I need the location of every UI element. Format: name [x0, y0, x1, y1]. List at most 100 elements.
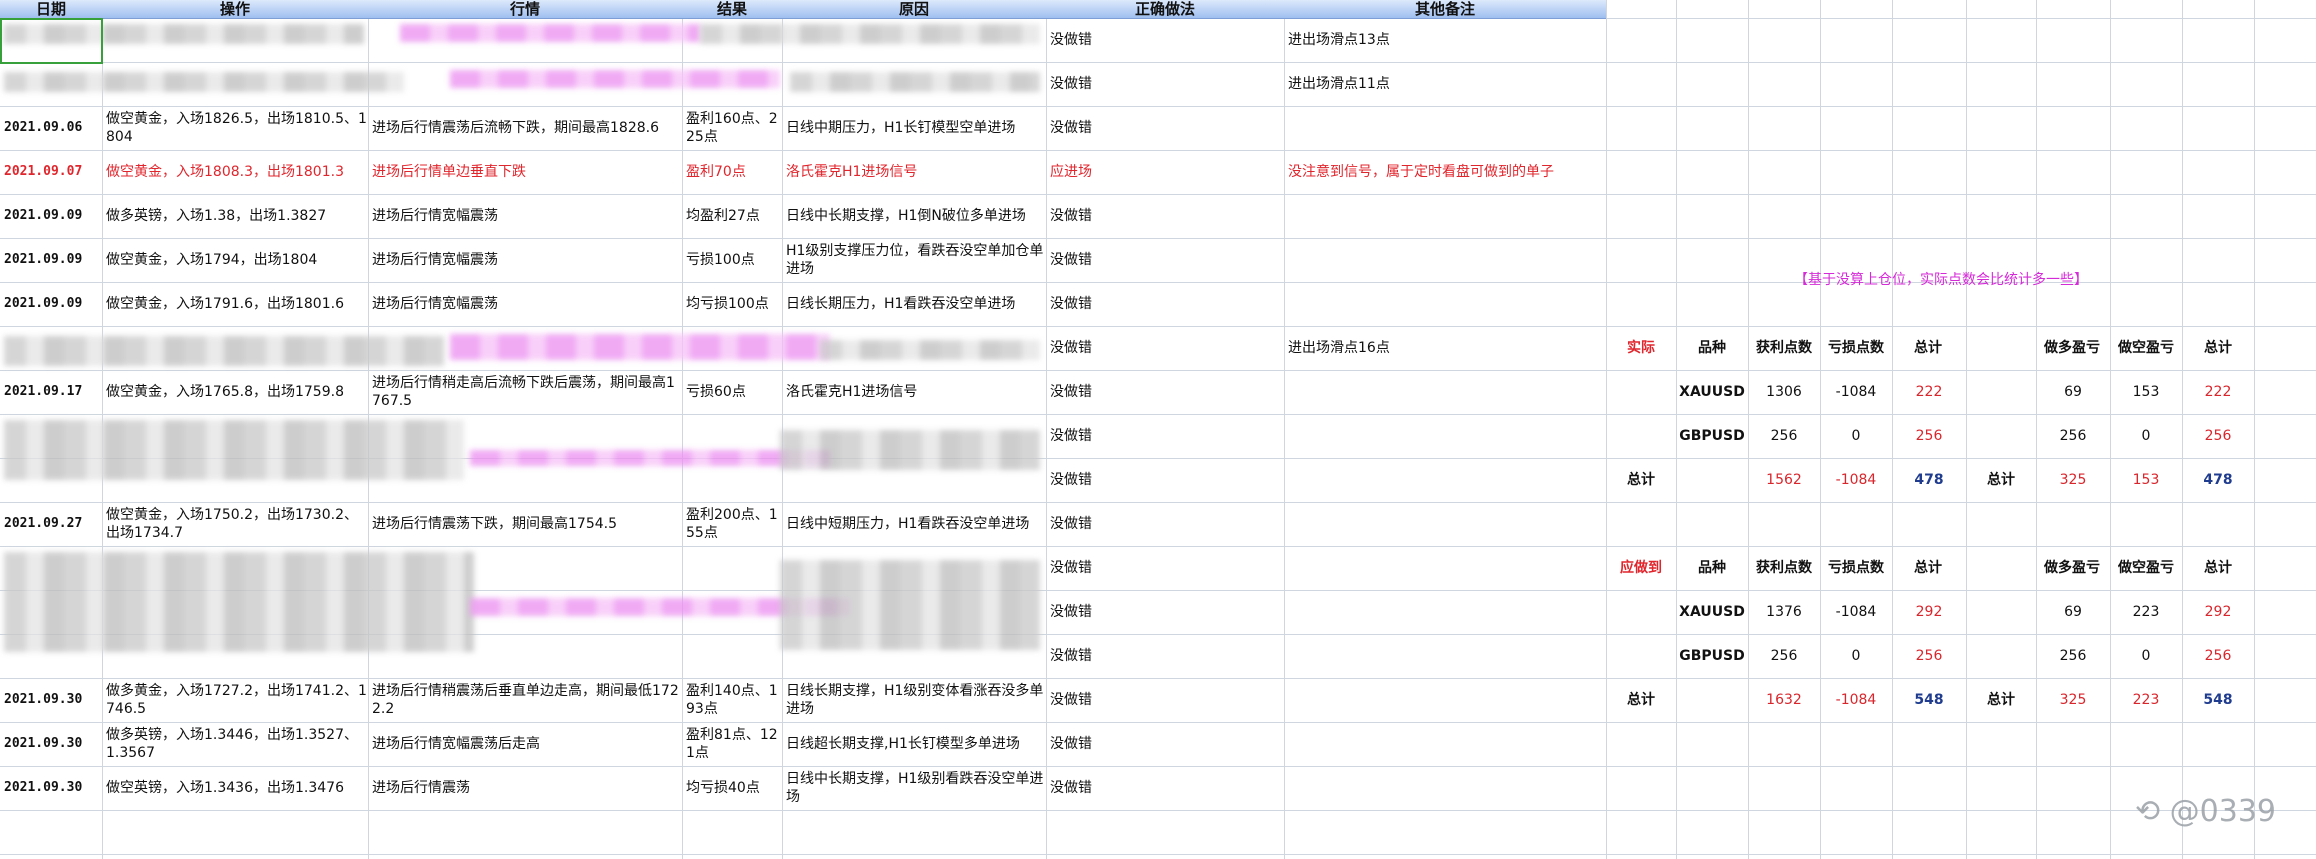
cell-date[interactable]: 2021.09.09	[0, 282, 102, 326]
cell-note[interactable]: 进出场滑点13点	[1284, 18, 1606, 62]
summary-sum-short[interactable]: 223	[2110, 678, 2182, 722]
summary-total2[interactable]: 256	[2182, 634, 2254, 678]
cell-reason[interactable]: 日线中期压力，H1长钉模型空单进场	[782, 106, 1046, 150]
summary-short[interactable]: 0	[2110, 634, 2182, 678]
cell-result[interactable]: 均亏损100点	[682, 282, 782, 326]
cell-note[interactable]	[1284, 766, 1606, 810]
cell-op[interactable]: 做空黄金，入场1794，出场1804	[102, 238, 368, 282]
cell-note[interactable]: 进出场滑点16点	[1284, 326, 1606, 370]
cell-correct[interactable]: 没做错	[1046, 326, 1284, 370]
summary-sum-total[interactable]: 478	[1892, 458, 1966, 502]
summary-sum-total2[interactable]: 548	[2182, 678, 2254, 722]
cell-note[interactable]	[1284, 678, 1606, 722]
cell-correct[interactable]: 没做错	[1046, 678, 1284, 722]
header-reason[interactable]: 原因	[782, 0, 1046, 18]
summary-sum-label[interactable]: 总计	[1606, 458, 1676, 502]
cell-result[interactable]: 亏损60点	[682, 370, 782, 414]
summary-header[interactable]: 亏损点数	[1820, 326, 1892, 370]
cell-op[interactable]: 做多英镑，入场1.38，出场1.3827	[102, 194, 368, 238]
cell-market[interactable]: 进场后行情震荡	[368, 766, 682, 810]
cell-date[interactable]: 2021.09.27	[0, 502, 102, 546]
summary-loss[interactable]: -1084	[1820, 370, 1892, 414]
summary-total[interactable]: 222	[1892, 370, 1966, 414]
cell-note[interactable]	[1284, 282, 1606, 326]
summary-sum-short[interactable]: 153	[2110, 458, 2182, 502]
summary-total[interactable]: 256	[1892, 634, 1966, 678]
cell-correct[interactable]: 没做错	[1046, 634, 1284, 678]
cell-market[interactable]: 进场后行情稍震荡后垂直单边走高，期间最低1722.2	[368, 678, 682, 722]
cell-correct[interactable]: 没做错	[1046, 458, 1284, 502]
summary-header[interactable]: 获利点数	[1748, 546, 1820, 590]
summary-header[interactable]: 品种	[1676, 326, 1748, 370]
cell-date[interactable]: 2021.09.09	[0, 194, 102, 238]
summary-sum-label[interactable]: 总计	[1606, 678, 1676, 722]
cell-result[interactable]: 均亏损40点	[682, 766, 782, 810]
summary-short[interactable]: 223	[2110, 590, 2182, 634]
summary-header[interactable]: 总计	[2182, 546, 2254, 590]
summary-symbol[interactable]: GBPUSD	[1676, 414, 1748, 458]
summary-long[interactable]: 69	[2036, 590, 2110, 634]
summary-sum-total[interactable]: 548	[1892, 678, 1966, 722]
summary-sum-label2[interactable]: 总计	[1966, 678, 2036, 722]
cell-correct[interactable]: 没做错	[1046, 766, 1284, 810]
cell-market[interactable]: 进场后行情宽幅震荡后走高	[368, 722, 682, 766]
cell-op[interactable]: 做多英镑，入场1.3446，出场1.3527、1.3567	[102, 722, 368, 766]
cell-result[interactable]: 盈利70点	[682, 150, 782, 194]
cell-market[interactable]: 进场后行情宽幅震荡	[368, 238, 682, 282]
summary-long[interactable]: 256	[2036, 634, 2110, 678]
cell-reason[interactable]: 日线长期压力，H1看跌吞没空单进场	[782, 282, 1046, 326]
summary-sum-loss[interactable]: -1084	[1820, 678, 1892, 722]
cell-date[interactable]: 2021.09.30	[0, 722, 102, 766]
summary-label[interactable]: 实际	[1606, 326, 1676, 370]
header-date[interactable]: 日期	[0, 0, 102, 18]
cell-correct[interactable]: 没做错	[1046, 722, 1284, 766]
summary-short[interactable]: 153	[2110, 370, 2182, 414]
summary-profit[interactable]: 256	[1748, 414, 1820, 458]
cell-market[interactable]: 进场后行情宽幅震荡	[368, 282, 682, 326]
header-note[interactable]: 其他备注	[1284, 0, 1606, 18]
summary-total[interactable]: 256	[1892, 414, 1966, 458]
cell-note[interactable]	[1284, 370, 1606, 414]
cell-date[interactable]: 2021.09.17	[0, 370, 102, 414]
cell-result[interactable]	[682, 546, 782, 590]
summary-loss[interactable]: 0	[1820, 634, 1892, 678]
cell-result[interactable]: 盈利200点、155点	[682, 502, 782, 546]
summary-header[interactable]	[1966, 326, 2038, 370]
cell-correct[interactable]: 没做错	[1046, 414, 1284, 458]
summary-sum-total2[interactable]: 478	[2182, 458, 2254, 502]
cell-result[interactable]: 盈利160点、225点	[682, 106, 782, 150]
cell-op[interactable]: 做空黄金，入场1765.8，出场1759.8	[102, 370, 368, 414]
summary-short[interactable]: 0	[2110, 414, 2182, 458]
summary-total2[interactable]: 256	[2182, 414, 2254, 458]
summary-long[interactable]: 69	[2036, 370, 2110, 414]
summary-label[interactable]: 应做到	[1606, 546, 1676, 590]
cell-note[interactable]	[1284, 634, 1606, 678]
cell-result[interactable]	[682, 634, 782, 678]
cell-reason[interactable]: 日线中长期支撑，H1级别看跌吞没空单进场	[782, 766, 1046, 810]
cell-date[interactable]: 2021.09.09	[0, 238, 102, 282]
cell-date[interactable]: 2021.09.06	[0, 106, 102, 150]
cell-correct[interactable]: 没做错	[1046, 282, 1284, 326]
summary-header[interactable]: 做多盈亏	[2036, 546, 2108, 590]
cell-result[interactable]: 盈利140点、193点	[682, 678, 782, 722]
summary-header[interactable]: 总计	[1892, 546, 1964, 590]
summary-header[interactable]: 做空盈亏	[2110, 326, 2182, 370]
cell-correct[interactable]: 没做错	[1046, 546, 1284, 590]
cell-op[interactable]: 做空英镑，入场1.3436，出场1.3476	[102, 766, 368, 810]
summary-header[interactable]: 做多盈亏	[2036, 326, 2108, 370]
cell-reason[interactable]: 日线超长期支撑,H1长钉模型多单进场	[782, 722, 1046, 766]
cell-correct[interactable]: 应进场	[1046, 150, 1284, 194]
cell-market[interactable]: 进场后行情单边垂直下跌	[368, 150, 682, 194]
cell-correct[interactable]: 没做错	[1046, 106, 1284, 150]
cell-note[interactable]	[1284, 458, 1606, 502]
cell-correct[interactable]: 没做错	[1046, 502, 1284, 546]
cell-market[interactable]: 进场后行情稍走高后流畅下跌后震荡，期间最高1767.5	[368, 370, 682, 414]
summary-sum-label2[interactable]: 总计	[1966, 458, 2036, 502]
cell-note[interactable]	[1284, 194, 1606, 238]
cell-note[interactable]	[1284, 546, 1606, 590]
cell-op[interactable]: 做空黄金，入场1750.2，出场1730.2、出场1734.7	[102, 502, 368, 546]
summary-symbol[interactable]: XAUUSD	[1676, 370, 1748, 414]
header-result[interactable]: 结果	[682, 0, 782, 18]
summary-header[interactable]: 总计	[1892, 326, 1964, 370]
summary-total[interactable]: 292	[1892, 590, 1966, 634]
